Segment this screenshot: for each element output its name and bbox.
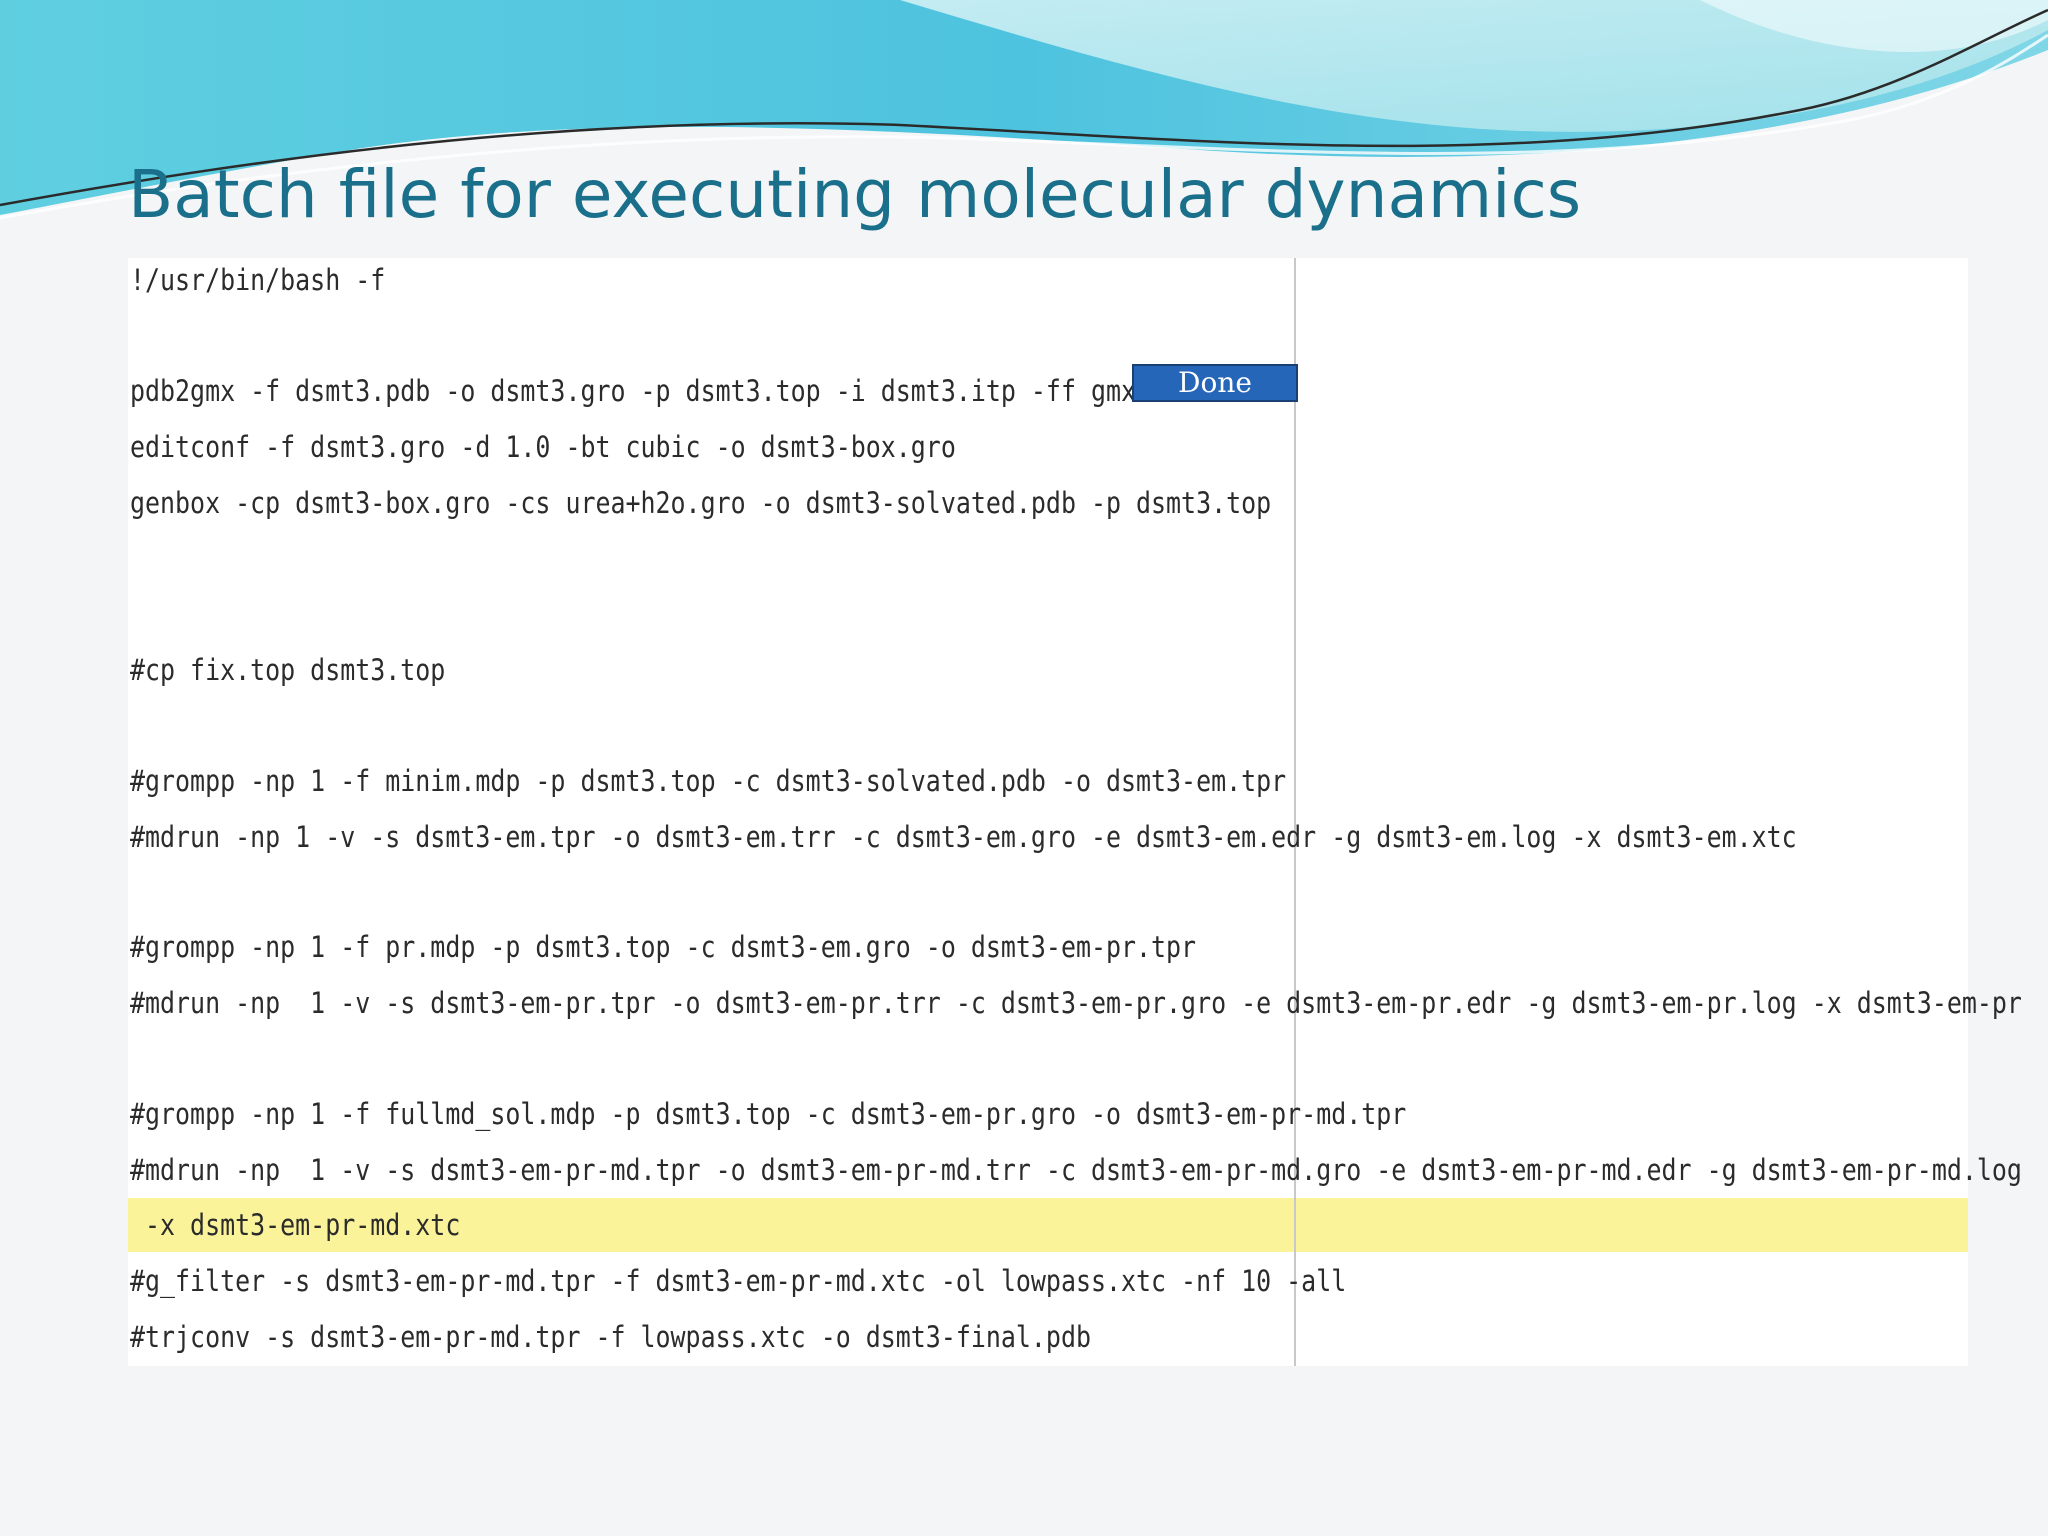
code-line-genbox: genbox -cp dsmt3-box.gro -cs urea+h2o.gr…: [130, 486, 1272, 520]
code-line-grompp-minim: #grompp -np 1 -f minim.mdp -p dsmt3.top …: [130, 764, 1287, 798]
code-line-pdb2gmx: pdb2gmx -f dsmt3.pdb -o dsmt3.gro -p dsm…: [130, 374, 1137, 408]
code-line-grompp-fullmd: #grompp -np 1 -f fullmd_sol.mdp -p dsmt3…: [130, 1097, 1407, 1131]
code-line-mdrun-md-continued: -x dsmt3-em-pr-md.xtc: [130, 1208, 461, 1242]
code-line-trjconv: #trjconv -s dsmt3-em-pr-md.tpr -f lowpas…: [130, 1320, 1091, 1354]
code-line-mdrun-pr: #mdrun -np 1 -v -s dsmt3-em-pr.tpr -o ds…: [130, 986, 2022, 1020]
slide-title: Batch file for executing molecular dynam…: [128, 156, 1582, 233]
code-line-mdrun-em: #mdrun -np 1 -v -s dsmt3-em.tpr -o dsmt3…: [130, 820, 1797, 854]
done-button[interactable]: Done: [1132, 364, 1298, 402]
page-divider-line: [1294, 258, 1296, 1366]
code-line-editconf: editconf -f dsmt3.gro -d 1.0 -bt cubic -…: [130, 430, 956, 464]
code-line-grompp-pr: #grompp -np 1 -f pr.mdp -p dsmt3.top -c …: [130, 930, 1197, 964]
code-line-mdrun-md: #mdrun -np 1 -v -s dsmt3-em-pr-md.tpr -o…: [130, 1153, 2022, 1187]
code-line-g-filter: #g_filter -s dsmt3-em-pr-md.tpr -f dsmt3…: [130, 1264, 1347, 1298]
code-line-cp-top: #cp fix.top dsmt3.top: [130, 653, 446, 687]
code-line-shebang: !/usr/bin/bash -f: [130, 263, 386, 297]
